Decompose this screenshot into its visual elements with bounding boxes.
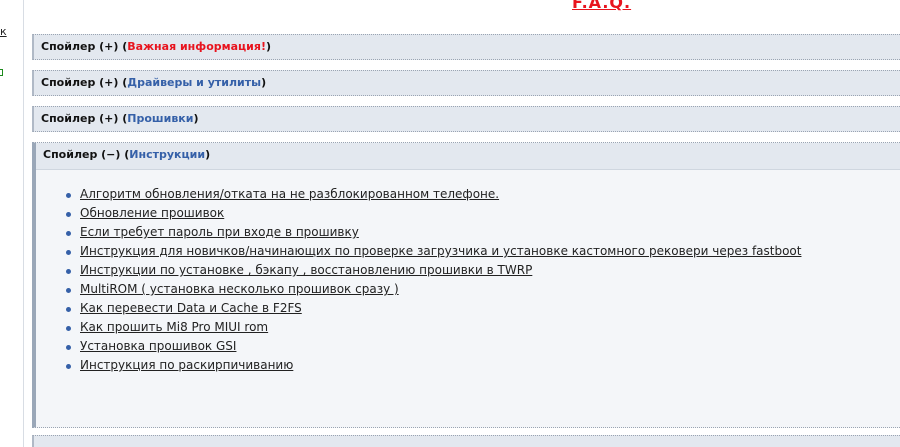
list-item: Инструкция по раскирпичиванию (66, 356, 801, 375)
list-item: Алгоритм обновления/отката на не разблок… (66, 185, 801, 204)
list-item: MultiROM ( установка несколько прошивок … (66, 280, 801, 299)
bullet-icon (66, 345, 71, 350)
instruction-link[interactable]: Инструкция для новичков/начинающих по пр… (80, 244, 801, 258)
bullet-icon (66, 326, 71, 331)
instruction-link[interactable]: Алгоритм обновления/отката на не разблок… (80, 187, 499, 201)
spoiler-tail: ) (205, 148, 211, 161)
spoiler-drivers-utilities[interactable]: Спойлер (+) (Драйверы и утилиты) (32, 70, 900, 96)
list-item: Установка прошивок GSI (66, 337, 801, 356)
list-item: Инструкция для новичков/начинающих по пр… (66, 242, 801, 261)
bullet-icon (66, 231, 71, 236)
sidebar-link[interactable]: к (0, 25, 7, 39)
instructions-list: Алгоритм обновления/отката на не разблок… (66, 185, 801, 375)
spoiler-label: Спойлер (−) ( (43, 148, 130, 161)
spoiler-tail: ) (193, 112, 199, 125)
left-sidebar: к (0, 0, 24, 447)
list-item: Как прошить Mi8 Pro MIUI rom (66, 318, 801, 337)
bullet-icon (66, 250, 71, 255)
faq-title-link[interactable]: F.A.Q. (572, 0, 631, 12)
bullet-icon (66, 269, 71, 274)
bullet-icon (66, 193, 71, 198)
bullet-icon (66, 364, 71, 369)
spoiler-tag: Драйверы и утилиты (127, 76, 262, 89)
spoiler-tag: Инструкции (129, 148, 206, 161)
page: к F.A.Q. Спойлер (+) (Важная информация!… (0, 0, 900, 447)
instruction-link[interactable]: MultiROM ( установка несколько прошивок … (80, 282, 399, 296)
list-item: Обновление прошивок (66, 204, 801, 223)
spoiler-header[interactable]: Спойлер (−) (Инструкции) (43, 148, 210, 162)
spoiler-header[interactable]: Спойлер (+) (Прошивки) (41, 112, 199, 126)
spoiler-tag: Прошивки (127, 112, 194, 125)
instruction-link[interactable]: Как перевести Data и Cache в F2FS (80, 301, 302, 315)
spoiler-next-cut-off[interactable] (32, 435, 900, 447)
bullet-icon (66, 212, 71, 217)
spoiler-important-info[interactable]: Спойлер (+) (Важная информация!) (32, 34, 900, 60)
instruction-link[interactable]: Установка прошивок GSI (80, 339, 236, 353)
spoiler-label: Спойлер (+) ( (41, 112, 128, 125)
sidebar-marker-icon (0, 69, 3, 76)
spoiler-tag: Важная информация! (127, 40, 266, 53)
instruction-link[interactable]: Инструкции по установке , бэкапу , восст… (80, 263, 532, 277)
spoiler-tail: ) (261, 76, 267, 89)
list-item: Если требует пароль при входе в прошивку (66, 223, 801, 242)
list-item: Инструкции по установке , бэкапу , восст… (66, 261, 801, 280)
spoiler-instructions-expanded: Спойлер (−) (Инструкции) Алгоритм обновл… (32, 142, 900, 428)
instruction-link[interactable]: Как прошить Mi8 Pro MIUI rom (80, 320, 268, 334)
spoiler-header[interactable]: Спойлер (+) (Драйверы и утилиты) (41, 76, 266, 90)
instruction-link[interactable]: Обновление прошивок (80, 206, 224, 220)
spoiler-label: Спойлер (+) ( (41, 40, 128, 53)
list-item: Как перевести Data и Cache в F2FS (66, 299, 801, 318)
instruction-link[interactable]: Инструкция по раскирпичиванию (80, 358, 293, 372)
spoiler-firmwares[interactable]: Спойлер (+) (Прошивки) (32, 106, 900, 132)
bullet-icon (66, 288, 71, 293)
instruction-link[interactable]: Если требует пароль при входе в прошивку (80, 225, 359, 239)
bullet-icon (66, 307, 71, 312)
spoiler-tail: ) (265, 40, 272, 53)
spoiler-header[interactable]: Спойлер (+) (Важная информация!) (41, 40, 271, 54)
spoiler-label: Спойлер (+) ( (41, 76, 128, 89)
